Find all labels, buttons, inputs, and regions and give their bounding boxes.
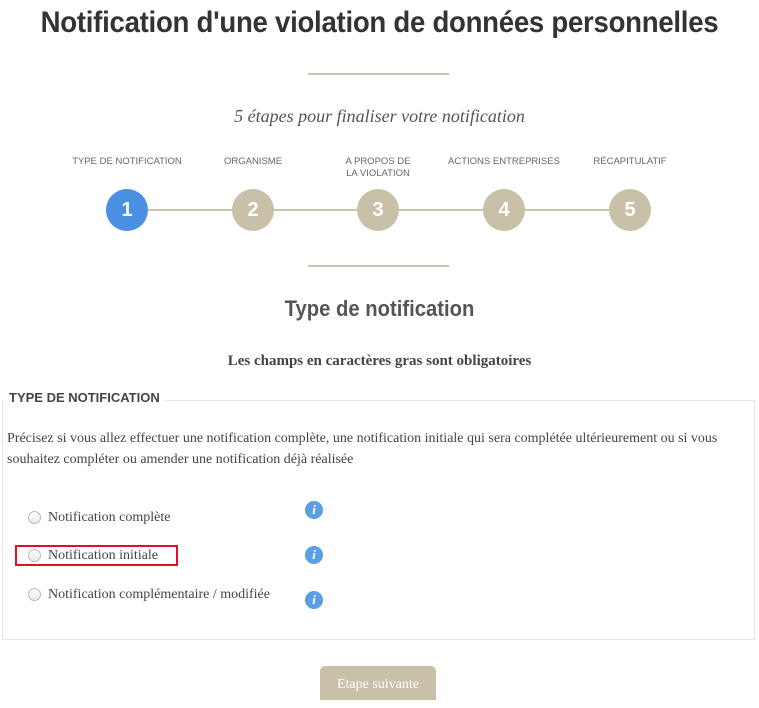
step-label-violation: A PROPOS DE LA VIOLATION [345, 156, 411, 179]
step-4-circle[interactable]: 4 [483, 189, 525, 231]
radio-button[interactable] [28, 588, 41, 601]
step-1-circle[interactable]: 1 [106, 189, 148, 231]
option-label[interactable]: Notification complémentaire / modifiée [48, 585, 270, 605]
fieldset-description: Précisez si vous allez effectuer une not… [7, 431, 718, 467]
info-icon[interactable]: i [305, 591, 323, 609]
next-step-button[interactable]: Etape suivante [320, 666, 436, 700]
step-3-circle[interactable]: 3 [357, 189, 399, 231]
top-divider [308, 73, 449, 75]
step-label-organisme: ORGANISME [223, 156, 283, 167]
option-label[interactable]: Notification complète [48, 508, 170, 528]
step-label-recapitulatif: RÉCAPITULATIF [593, 156, 667, 167]
steps-subtitle: 5 étapes pour finaliser votre notificati… [234, 106, 525, 126]
fieldset-legend: TYPE DE NOTIFICATION [4, 390, 165, 405]
required-fields-note: Les champs en caractères gras sont oblig… [227, 353, 532, 369]
step-5-circle[interactable]: 5 [609, 189, 651, 231]
section-title: Type de notification [284, 296, 475, 321]
info-icon[interactable]: i [305, 501, 323, 519]
radio-button[interactable] [28, 511, 41, 524]
step-label-type: TYPE DE NOTIFICATION [72, 156, 182, 167]
info-icon[interactable]: i [305, 546, 323, 564]
bottom-divider [308, 265, 449, 267]
page-title: Notification d'une violation de données … [40, 6, 719, 39]
step-2-circle[interactable]: 2 [232, 189, 274, 231]
highlight-box [15, 545, 178, 566]
step-label-actions: ACTIONS ENTREPRISES [448, 156, 560, 167]
